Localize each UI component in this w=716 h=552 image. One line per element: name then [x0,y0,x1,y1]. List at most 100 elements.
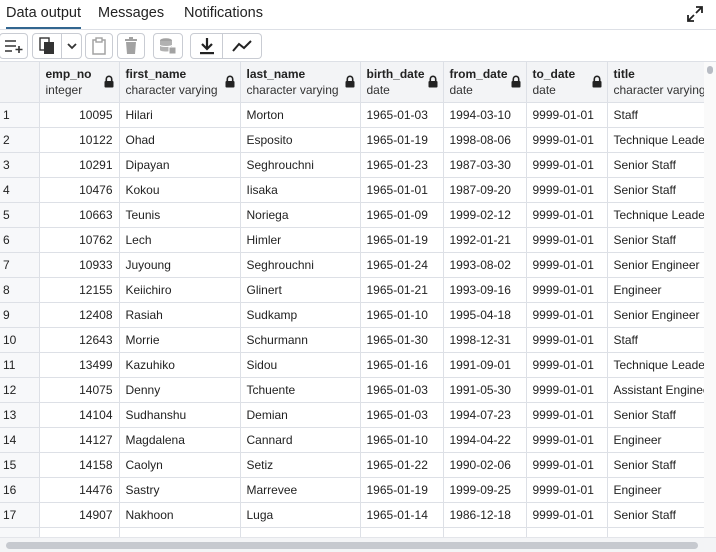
cell-emp-no[interactable]: 10663 [39,202,120,228]
row-number-cell[interactable] [0,527,40,537]
table-row[interactable]: 4 10476 Kokou Iisaka 1965-01-01 1987-09-20 999… [0,177,704,203]
cell-first-name[interactable]: Magdalena [119,427,241,453]
cell-from-date[interactable]: 1991-05-30 [443,377,527,403]
cell-birth-date[interactable]: 1965-01-30 [360,327,444,353]
cell-to-date[interactable]: 9999-01-01 [526,277,608,303]
cell-emp-no[interactable]: 14907 [39,502,120,528]
cell-emp-no[interactable]: 12643 [39,327,120,353]
cell-first-name[interactable]: Caolyn [119,452,241,478]
cell-last-name[interactable]: Morton [240,102,361,128]
cell-first-name[interactable]: Nakhoon [119,502,241,528]
table-row[interactable]: 11 13499 Kazuhiko Sidou 1965-01-16 1991-09-01… [0,352,704,378]
cell-to-date[interactable]: 9999-01-01 [526,102,608,128]
cell-title[interactable]: Senior Staff [607,152,704,178]
row-number-cell[interactable]: 16 [0,477,40,503]
cell-to-date[interactable] [526,527,608,537]
cell-to-date[interactable]: 9999-01-01 [526,252,608,278]
vertical-scrollbar[interactable] [704,62,716,537]
cell-birth-date[interactable]: 1965-01-03 [360,402,444,428]
cell-from-date[interactable]: 1998-08-06 [443,127,527,153]
cell-title[interactable]: Staff [607,327,704,353]
cell-from-date[interactable]: 1994-04-22 [443,427,527,453]
cell-birth-date[interactable]: 1965-01-01 [360,177,444,203]
cell-last-name[interactable]: Demian [240,402,361,428]
cell-from-date[interactable]: 1999-09-25 [443,477,527,503]
cell-from-date[interactable]: 1998-12-31 [443,327,527,353]
table-row[interactable]: 5 10663 Teunis Noriega 1965-01-09 1999-02-12 9… [0,202,704,228]
cell-to-date[interactable]: 9999-01-01 [526,327,608,353]
cell-last-name[interactable]: Iisaka [240,177,361,203]
table-row[interactable]: 14 14127 Magdalena Cannard 1965-01-10 1994-04… [0,427,704,453]
tab-notifications[interactable]: Notifications [184,0,263,29]
vertical-scroll-thumb[interactable] [707,66,713,74]
cell-last-name[interactable]: Schurmann [240,327,361,353]
cell-title[interactable]: Staff [607,102,704,128]
cell-from-date[interactable]: 1995-04-18 [443,302,527,328]
cell-to-date[interactable]: 9999-01-01 [526,202,608,228]
cell-emp-no[interactable]: 10933 [39,252,120,278]
cell-to-date[interactable]: 9999-01-01 [526,352,608,378]
cell-emp-no[interactable]: 14075 [39,377,120,403]
cell-emp-no[interactable]: 14104 [39,402,120,428]
row-number-cell[interactable]: 10 [0,327,40,353]
cell-birth-date[interactable]: 1965-01-19 [360,227,444,253]
cell-to-date[interactable]: 9999-01-01 [526,127,608,153]
cell-to-date[interactable]: 9999-01-01 [526,152,608,178]
add-row-button[interactable] [0,33,28,59]
cell-last-name[interactable]: Tchuente [240,377,361,403]
cell-emp-no[interactable]: 14158 [39,452,120,478]
cell-to-date[interactable]: 9999-01-01 [526,502,608,528]
row-number-cell[interactable]: 6 [0,227,40,253]
row-number-cell[interactable]: 8 [0,277,40,303]
cell-last-name[interactable]: Seghrouchni [240,152,361,178]
cell-birth-date[interactable]: 1965-01-24 [360,252,444,278]
row-number-cell[interactable]: 11 [0,352,40,378]
table-row[interactable]: 8 12155 Keiichiro Glinert 1965-01-21 1993-09-… [0,277,704,303]
row-number-cell[interactable]: 3 [0,152,40,178]
row-number-cell[interactable]: 5 [0,202,40,228]
cell-birth-date[interactable]: 1965-01-09 [360,202,444,228]
cell-birth-date[interactable]: 1965-01-10 [360,302,444,328]
table-row[interactable]: 13 14104 Sudhanshu Demian 1965-01-03 1994-07-… [0,402,704,428]
cell-from-date[interactable]: 1991-09-01 [443,352,527,378]
save-data-button[interactable] [153,33,183,59]
cell-last-name[interactable]: Luga [240,502,361,528]
cell-last-name[interactable]: Seghrouchni [240,252,361,278]
cell-emp-no[interactable]: 10095 [39,102,120,128]
cell-first-name[interactable]: Rasiah [119,302,241,328]
cell-emp-no[interactable]: 13499 [39,352,120,378]
cell-birth-date[interactable]: 1965-01-14 [360,502,444,528]
cell-emp-no[interactable]: 10762 [39,227,120,253]
cell-from-date[interactable]: 1993-09-16 [443,277,527,303]
cell-last-name[interactable]: Marrevee [240,477,361,503]
cell-last-name[interactable]: Noriega [240,202,361,228]
table-row[interactable]: 12 14075 Denny Tchuente 1965-01-03 1991-05-30… [0,377,704,403]
cell-birth-date[interactable]: 1965-01-22 [360,452,444,478]
cell-to-date[interactable]: 9999-01-01 [526,427,608,453]
cell-title[interactable]: Senior Engineer [607,252,704,278]
cell-to-date[interactable]: 9999-01-01 [526,477,608,503]
cell-from-date[interactable] [443,527,527,537]
cell-to-date[interactable]: 9999-01-01 [526,302,608,328]
row-number-cell[interactable]: 15 [0,452,40,478]
cell-last-name[interactable]: Sudkamp [240,302,361,328]
copy-options-button[interactable] [62,33,82,59]
cell-title[interactable]: Senior Staff [607,452,704,478]
cell-title[interactable]: Engineer [607,427,704,453]
cell-to-date[interactable]: 9999-01-01 [526,402,608,428]
cell-title[interactable]: Senior Staff [607,402,704,428]
cell-last-name[interactable]: Setiz [240,452,361,478]
column-header-to-date[interactable]: to_date date [526,62,608,103]
cell-to-date[interactable]: 9999-01-01 [526,227,608,253]
cell-title[interactable]: Technique Leader [607,202,704,228]
expand-panel-button[interactable] [686,5,704,23]
cell-emp-no[interactable]: 12408 [39,302,120,328]
cell-birth-date[interactable]: 1965-01-19 [360,127,444,153]
cell-from-date[interactable]: 1993-08-02 [443,252,527,278]
cell-birth-date[interactable]: 1965-01-21 [360,277,444,303]
cell-first-name[interactable]: Keiichiro [119,277,241,303]
cell-from-date[interactable]: 1987-09-20 [443,177,527,203]
table-row[interactable]: 16 14476 Sastry Marrevee 1965-01-19 1999-09-2… [0,477,704,503]
tab-messages[interactable]: Messages [98,0,164,29]
paste-button[interactable] [85,33,113,59]
